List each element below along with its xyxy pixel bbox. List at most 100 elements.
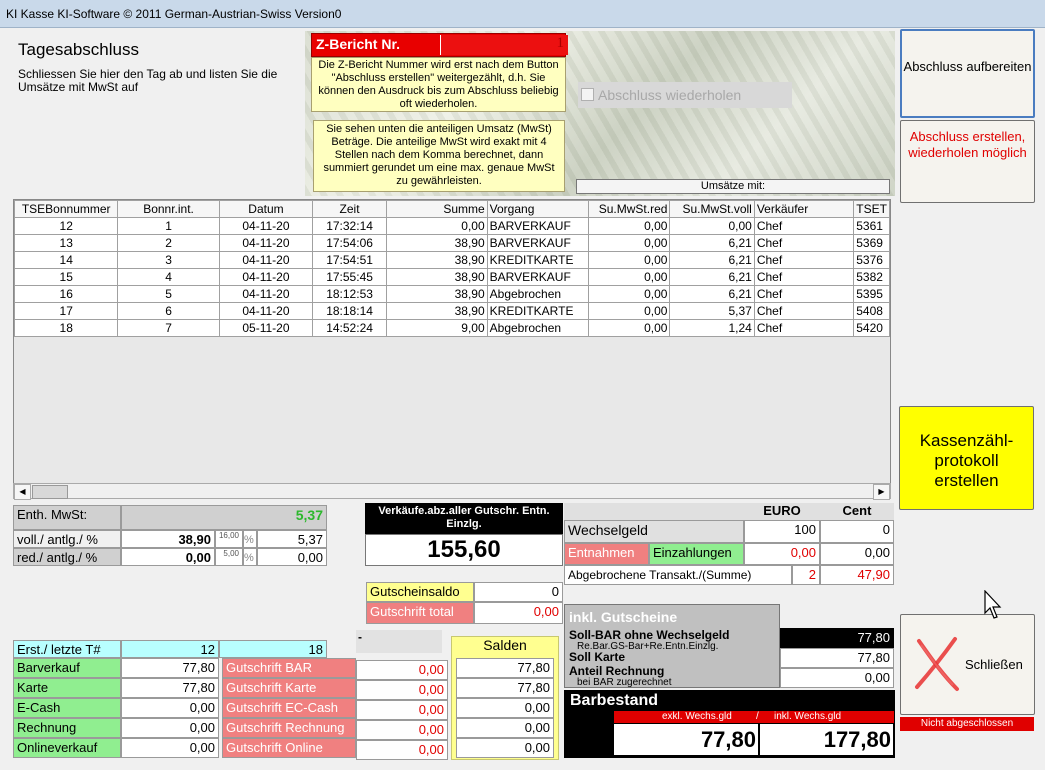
barbestand-inkl: 177,80 [760, 724, 893, 755]
table-cell: 1,24 [669, 319, 755, 337]
table-cell: Chef [753, 285, 855, 303]
table-cell: 6,21 [669, 285, 755, 303]
voll-tax: 5,37 [257, 530, 327, 548]
table-cell: 14 [14, 251, 119, 269]
summary-label: Karte [13, 678, 121, 698]
summary-label: E-Cash [13, 698, 121, 718]
create-button[interactable]: Abschluss erstellen, wiederholen möglich [900, 120, 1035, 203]
table-row[interactable]: 18 7 05-11-20 14:52:24 9,00 Abgebrochen 0,00 1,… [14, 319, 890, 337]
abgebrochen-label: Abgebrochene Transakt./(Summe) [564, 565, 792, 585]
summary-value: 77,80 [121, 678, 219, 698]
window-title: KI Kasse KI-Software © 2011 German-Austr… [6, 7, 342, 21]
inkl-gutscheine-box: inkl. Gutscheine Soll-BAR ohne Wechselge… [564, 604, 780, 688]
inkl-label: inkl. Wechs.gld [774, 711, 842, 722]
red-amount: 0,00 [121, 548, 215, 566]
table-cell: 17:54:51 [312, 251, 387, 269]
close-x-icon [915, 637, 959, 691]
table-row[interactable]: 12 1 04-11-20 17:32:14 0,00 BARVERKAUF 0,00 0,0… [14, 217, 890, 235]
gutschrift-label: Gutschrift Rechnung [222, 718, 356, 738]
repeat-checkbox[interactable]: Abschluss wiederholen [578, 82, 792, 108]
column-header[interactable]: Su.MwSt.voll [669, 200, 755, 218]
table-cell: 1 [117, 217, 220, 235]
table-cell: 5395 [853, 285, 890, 303]
column-header[interactable]: Zeit [312, 200, 387, 218]
soll-bar-value: 77,80 [780, 628, 894, 648]
saldo-value: 77,80 [456, 678, 554, 698]
table-cell: 7 [117, 319, 220, 337]
column-header[interactable]: Verkäufer [753, 200, 855, 218]
anteil-rechnung-value: 0,00 [780, 668, 894, 688]
kassenzaehl-button[interactable]: Kassenzähl-protokoll erstellen [899, 406, 1034, 510]
table-cell: 0,00 [385, 217, 488, 235]
page-title: Tagesabschluss [18, 40, 139, 59]
table-cell: 5376 [853, 251, 890, 269]
table-cell: BARVERKAUF [486, 268, 589, 286]
table-cell: 14:52:24 [312, 319, 387, 337]
wechselgeld-label: Wechselgeld [564, 520, 744, 543]
table-cell: 0,00 [587, 285, 671, 303]
table-cell: 15 [14, 268, 119, 286]
table-row[interactable]: 15 4 04-11-20 17:55:45 38,90 BARVERKAUF 0,00 6,… [14, 268, 890, 286]
table-cell: 5420 [853, 319, 890, 337]
erst-value: 12 [121, 640, 219, 658]
table-row[interactable]: 13 2 04-11-20 17:54:06 38,90 BARVERKAUF 0,00 6,… [14, 234, 890, 252]
gutschrift-value: 0,00 [356, 660, 448, 680]
column-header[interactable]: Su.MwSt.red [587, 200, 671, 218]
scroll-left-icon[interactable]: ◀ [14, 484, 31, 500]
red-label: red./ antlg./ % [13, 548, 121, 566]
scroll-right-icon[interactable]: ▶ [873, 484, 890, 500]
table-row[interactable]: 14 3 04-11-20 17:54:51 38,90 KREDITKARTE 0,00 6… [14, 251, 890, 269]
table-cell: 16 [14, 285, 119, 303]
summary-value: 77,80 [121, 658, 219, 678]
table-cell: 04-11-20 [218, 285, 314, 303]
wechselgeld-cent[interactable]: 0 [820, 520, 894, 543]
close-button[interactable]: Schließen [900, 614, 1035, 715]
einzahlungen-button[interactable]: Einzahlungen [649, 543, 744, 565]
transactions-grid[interactable]: TSEBonnummer Bonnr.int. Datum Zeit Summe Vorg… [13, 199, 891, 499]
summary-label: Barverkauf [13, 658, 121, 678]
erst-letzte-label: Erst./ letzte T# [13, 640, 121, 658]
table-cell: 04-11-20 [218, 217, 314, 235]
column-header[interactable]: TSET [853, 200, 890, 218]
checkbox-icon[interactable] [581, 88, 594, 101]
table-cell: 5,37 [669, 302, 755, 320]
abgebrochen-count: 2 [792, 565, 820, 585]
column-header[interactable]: Summe [385, 200, 488, 218]
table-row[interactable]: 16 5 04-11-20 18:12:53 38,90 Abgebrochen 0,00 6… [14, 285, 890, 303]
gutschrift-label: Gutschrift EC-Cash [222, 698, 356, 718]
soll-karte-label: Soll Karte [569, 650, 626, 664]
table-cell: 12 [14, 217, 119, 235]
entnahmen-button[interactable]: Entnahmen [564, 543, 649, 565]
column-header[interactable]: Datum [218, 200, 314, 218]
table-row[interactable]: 17 6 04-11-20 18:18:14 38,90 KREDITKARTE 0,00 5… [14, 302, 890, 320]
gutschrift-total-value: 0,00 [474, 602, 563, 624]
table-cell: 2 [117, 234, 220, 252]
column-header[interactable]: Bonnr.int. [117, 200, 220, 218]
table-cell: 9,00 [385, 319, 488, 337]
close-label: Schließen [965, 657, 1023, 672]
table-cell: 38,90 [385, 302, 488, 320]
column-header[interactable]: Vorgang [486, 200, 589, 218]
scroll-thumb[interactable] [32, 485, 68, 499]
col-euro: EURO [744, 503, 820, 520]
table-cell: 17 [14, 302, 119, 320]
column-header[interactable]: TSEBonnummer [14, 200, 119, 218]
col-cent: Cent [820, 503, 894, 520]
close-status-badge: Nicht abgeschlossen [900, 717, 1034, 731]
table-cell: 18 [14, 319, 119, 337]
mwst-total: 5,37 [121, 505, 327, 530]
page-subtitle: Schliessen Sie hier den Tag ab und liste… [18, 67, 278, 94]
zbericht-number: 1 [440, 35, 568, 55]
wechselgeld-euro[interactable]: 100 [744, 520, 820, 543]
red-percent: % [243, 548, 257, 566]
barbestand-header: exkl. Wechs.gld / inkl. Wechs.gld [614, 711, 894, 723]
horizontal-scrollbar[interactable]: ◀ ▶ [13, 483, 891, 500]
voll-rate: 16,00 [215, 530, 243, 548]
barbestand-separator: / [756, 711, 759, 722]
table-cell: Abgebrochen [486, 319, 589, 337]
table-cell: 38,90 [385, 268, 488, 286]
table-cell: 17:32:14 [312, 217, 387, 235]
table-body: 12 1 04-11-20 17:32:14 0,00 BARVERKAUF 0,00 0,0… [14, 217, 890, 337]
prepare-button[interactable]: Abschluss aufbereiten [900, 29, 1035, 118]
gutscheinsaldo-value: 0 [474, 582, 563, 602]
